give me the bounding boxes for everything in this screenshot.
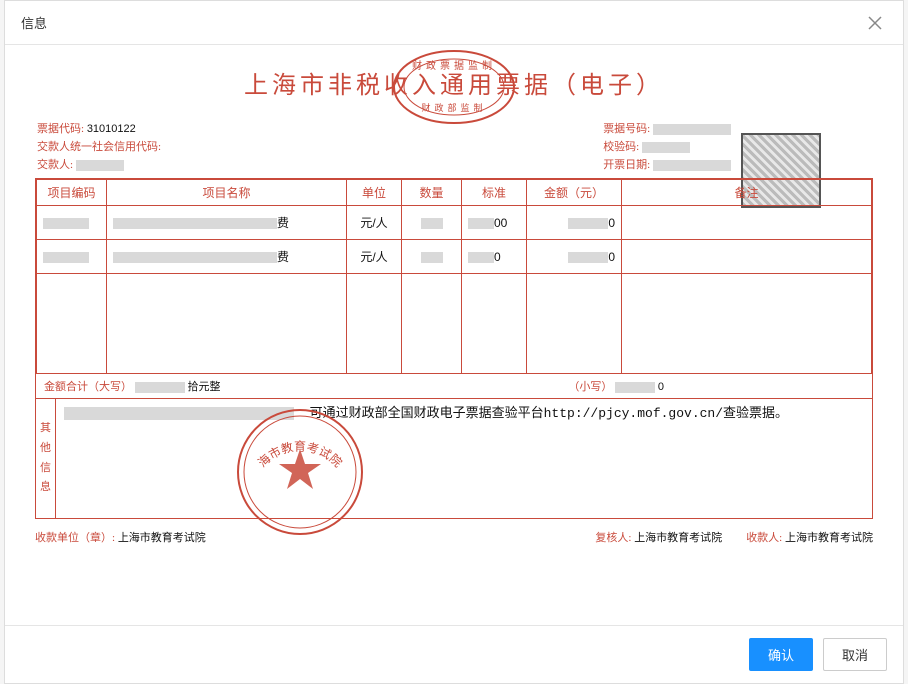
payer: 交款人:: [37, 156, 161, 172]
cancel-button[interactable]: 取消: [823, 638, 887, 671]
label: 交款人统一社会信用代码:: [37, 141, 161, 153]
label: 交款人:: [37, 159, 73, 171]
redacted: [653, 160, 731, 171]
total-row: 金额合计（大写） 拾元整 （小写） 0: [36, 374, 872, 398]
redacted: [653, 124, 731, 135]
label: 票据代码:: [37, 123, 84, 135]
th-std: 标准: [462, 180, 527, 206]
cell-amt: 0: [527, 240, 622, 274]
table-row: 费 元/人 00 0: [37, 206, 872, 240]
cell-qty: [402, 240, 462, 274]
other-info-label: 其 他 信 息: [36, 399, 56, 518]
cell-name: 费: [107, 206, 347, 240]
th-qty: 数量: [402, 180, 462, 206]
modal-body: 上海市非税收入通用票据（电子） 财政票据监制 财政部监制 票据代码: 31010…: [5, 45, 903, 625]
modal-header: 信息: [5, 1, 903, 45]
modal-footer: 确认 取消: [5, 625, 903, 683]
th-note: 备注: [622, 180, 872, 206]
total-lower: （小写） 0: [568, 378, 664, 394]
label: 校验码:: [603, 141, 639, 153]
confirm-button[interactable]: 确认: [749, 638, 813, 671]
table-row: 费 元/人 0 0: [37, 240, 872, 274]
label: 票据号码:: [603, 123, 650, 135]
close-icon: [868, 16, 882, 30]
meta-left: 票据代码: 31010122 交款人统一社会信用代码: 交款人:: [37, 120, 161, 172]
label: 开票日期:: [603, 159, 650, 171]
info-modal: 信息 上海市非税收入通用票据（电子） 财政票据监制 财政部监制 票据代码:: [4, 0, 904, 684]
close-button[interactable]: [863, 11, 887, 35]
receipt-code: 票据代码: 31010122: [37, 120, 161, 136]
cell-unit: 元/人: [347, 206, 402, 240]
cell-code: [37, 206, 107, 240]
meta-right: 票据号码: 校验码: 开票日期:: [603, 120, 731, 172]
redacted: [642, 142, 690, 153]
receipt-footer: 收款单位（章）: 上海市教育考试院 复核人: 上海市教育考试院 收款人: 上海市…: [35, 529, 873, 545]
receipt-title: 上海市非税收入通用票据（电子） 财政票据监制 财政部监制: [35, 65, 873, 100]
payee-pair: 收款人: 上海市教育考试院: [746, 529, 873, 545]
issue-date: 开票日期:: [603, 156, 731, 172]
cell-std: 0: [462, 240, 527, 274]
credit-code: 交款人统一社会信用代码:: [37, 138, 161, 154]
cell-note: [622, 240, 872, 274]
unit-pair: 收款单位（章）: 上海市教育考试院: [35, 529, 206, 545]
th-amt: 金额（元）: [527, 180, 622, 206]
other-info-content: 可通过财政部全国财政电子票据查验平台http://pjcy.mof.gov.cn…: [56, 399, 872, 518]
total-upper: 金额合计（大写） 拾元整: [44, 378, 221, 394]
th-unit: 单位: [347, 180, 402, 206]
receipt-table-wrap: 项目编码 项目名称 单位 数量 标准 金额（元） 备注 费: [35, 178, 873, 519]
cell-unit: 元/人: [347, 240, 402, 274]
receipt-no: 票据号码:: [603, 120, 731, 136]
table-header-row: 项目编码 项目名称 单位 数量 标准 金额（元） 备注: [37, 180, 872, 206]
cell-name: 费: [107, 240, 347, 274]
th-code: 项目编码: [37, 180, 107, 206]
svg-text:财政部监制: 财政部监制: [421, 102, 486, 113]
receipt-title-text: 上海市非税收入通用票据（电子）: [244, 73, 664, 99]
th-name: 项目名称: [107, 180, 347, 206]
check-code: 校验码:: [603, 138, 731, 154]
other-info: 其 他 信 息 可通过财政部全国财政电子票据查验平台http://pjcy.mo…: [36, 398, 872, 518]
value: 31010122: [87, 123, 136, 135]
cell-qty: [402, 206, 462, 240]
cell-amt: 0: [527, 206, 622, 240]
redacted: [76, 160, 124, 171]
table-empty-space: [37, 274, 872, 374]
receipt-table: 项目编码 项目名称 单位 数量 标准 金额（元） 备注 费: [36, 179, 872, 374]
receipt: 上海市非税收入通用票据（电子） 财政票据监制 财政部监制 票据代码: 31010…: [35, 65, 873, 545]
cell-code: [37, 240, 107, 274]
svg-text:财政票据监制: 财政票据监制: [412, 59, 496, 72]
cell-note: [622, 206, 872, 240]
reviewer-pair: 复核人: 上海市教育考试院: [595, 529, 722, 545]
modal-title: 信息: [21, 13, 47, 32]
cell-std: 00: [462, 206, 527, 240]
